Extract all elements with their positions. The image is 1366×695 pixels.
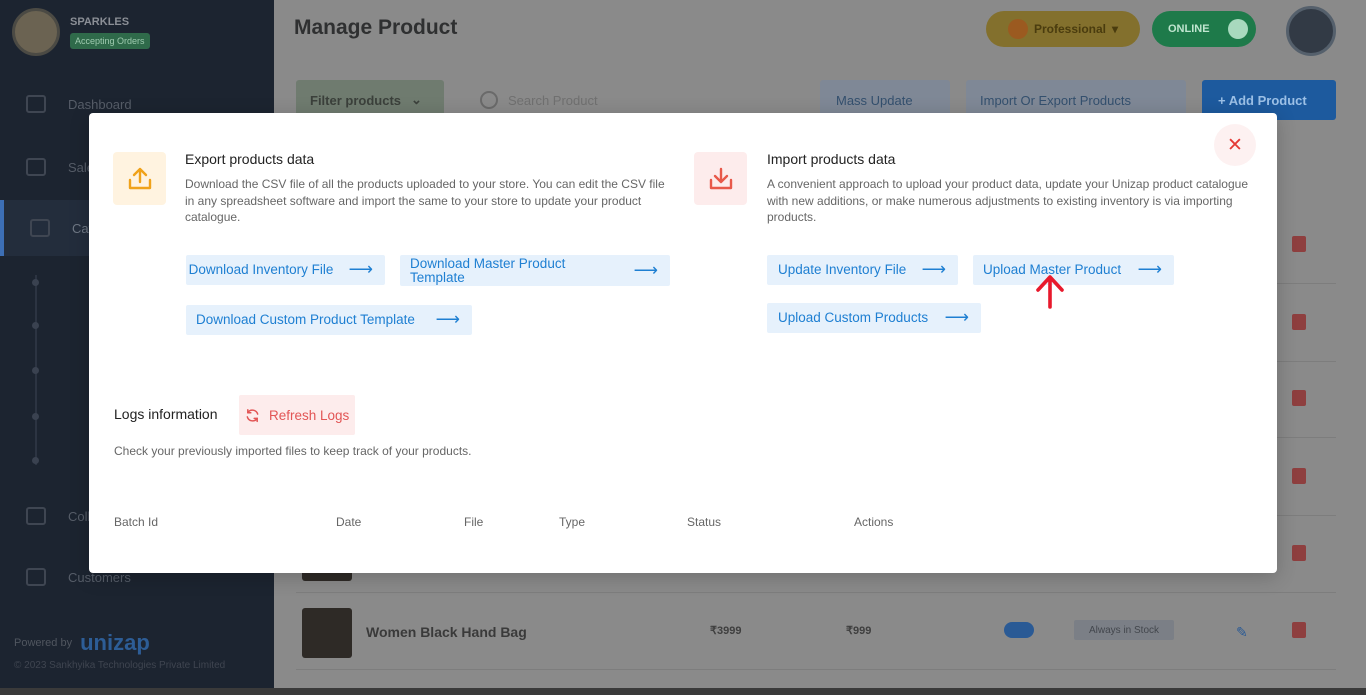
- column-header-actions: Actions: [854, 515, 894, 529]
- chevron-down-icon: ▾: [1112, 22, 1119, 36]
- export-title: Export products data: [185, 151, 315, 167]
- refresh-logs-label: Refresh Logs: [269, 407, 350, 423]
- plan-name: Professional: [1033, 22, 1106, 36]
- topbar: Manage Product Professional ▾ ONLINE: [274, 0, 1366, 60]
- page-title: Manage Product: [294, 16, 458, 39]
- column-header-file: File: [464, 515, 484, 529]
- product-visibility-toggle[interactable]: [1004, 622, 1034, 638]
- upload-tray-icon: [113, 152, 166, 205]
- tag-icon: [30, 219, 50, 237]
- button-label: Download Master Product Template: [410, 256, 566, 285]
- mass-update-label: Mass Update: [836, 92, 913, 108]
- upload-custom-products-button[interactable]: Upload Custom Products ⟶: [767, 303, 981, 333]
- trash-icon[interactable]: [1292, 545, 1306, 561]
- online-toggle[interactable]: ONLINE: [1152, 11, 1256, 47]
- trash-icon[interactable]: [1292, 622, 1306, 638]
- arrow-right-icon: ⟶: [348, 259, 373, 279]
- close-button[interactable]: ✕: [1214, 124, 1256, 166]
- trash-icon[interactable]: [1292, 468, 1306, 484]
- close-icon: ✕: [1227, 134, 1243, 156]
- sidebar-item-label: Dashboard: [68, 96, 132, 112]
- column-header-date: Date: [336, 515, 362, 529]
- update-inventory-file-button[interactable]: Update Inventory File ⟶: [767, 255, 958, 285]
- crown-icon: [1007, 19, 1028, 39]
- button-label: Download Custom Product Template: [196, 312, 415, 328]
- export-description: Download the CSV file of all the product…: [185, 177, 665, 224]
- import-description: A convenient approach to upload your pro…: [767, 177, 1249, 224]
- annotation-arrow-icon: [1036, 275, 1064, 309]
- add-product-label: + Add Product: [1218, 92, 1307, 108]
- import-export-modal: ✕ Export products data Download the CSV …: [89, 113, 1277, 573]
- grid-icon: [26, 95, 46, 113]
- user-icon: [26, 568, 46, 586]
- submenu-dot: [32, 279, 39, 286]
- unizap-logo: unizap: [80, 630, 150, 655]
- column-header-batch-id: Batch Id: [114, 515, 159, 529]
- button-label: Update Inventory File: [778, 262, 907, 278]
- submenu-dot: [32, 367, 39, 374]
- import-title: Import products data: [767, 151, 896, 167]
- search-icon: [480, 91, 498, 109]
- download-inventory-file-button[interactable]: Download Inventory File ⟶: [186, 255, 385, 285]
- store-name: SPARKLES: [70, 15, 130, 28]
- product-sale-price: ₹999: [846, 625, 872, 637]
- submenu-dot: [32, 457, 39, 464]
- product-thumbnail: [302, 608, 352, 658]
- collection-icon: [26, 507, 46, 525]
- product-name: Women Black Hand Bag: [366, 624, 527, 640]
- column-header-status: Status: [687, 515, 722, 529]
- arrow-right-icon: ⟶: [921, 259, 946, 279]
- table-row[interactable]: Women Black Hand Bag ₹3999 ₹999 Always i…: [296, 598, 1336, 670]
- trash-icon[interactable]: [1292, 236, 1306, 252]
- arrow-right-icon: ⟶: [633, 260, 658, 280]
- stock-select[interactable]: Always in Stock: [1074, 620, 1174, 640]
- arrow-right-icon: ⟶: [1137, 259, 1162, 279]
- taskbar-strip: [0, 688, 1366, 695]
- trash-icon[interactable]: [1292, 314, 1306, 330]
- logs-title: Logs information: [114, 406, 218, 422]
- refresh-logs-button[interactable]: Refresh Logs: [239, 395, 355, 435]
- plan-badge[interactable]: Professional ▾: [986, 11, 1140, 47]
- button-label: Download Inventory File: [188, 262, 334, 278]
- toggle-knob: [1228, 19, 1248, 39]
- edit-icon[interactable]: ✎: [1236, 624, 1250, 640]
- copyright: © 2023 Sankhyika Technologies Private Li…: [14, 660, 226, 671]
- logs-description: Check your previously imported files to …: [114, 444, 472, 458]
- arrow-right-icon: ⟶: [435, 309, 460, 329]
- download-tray-icon: [694, 152, 747, 205]
- download-custom-template-button[interactable]: Download Custom Product Template ⟶: [186, 305, 472, 335]
- product-price: ₹3999: [710, 625, 742, 637]
- brand: SPARKLES Accepting Orders: [12, 8, 150, 56]
- button-label: Upload Custom Products: [778, 310, 929, 326]
- refresh-icon: [246, 408, 259, 422]
- chart-icon: [26, 158, 46, 176]
- store-status-badge: Accepting Orders: [70, 32, 150, 49]
- upload-master-product-button[interactable]: Upload Master Product ⟶: [973, 255, 1174, 285]
- search-placeholder: Search Product: [508, 92, 598, 108]
- download-master-template-button[interactable]: Download Master Product Template ⟶: [400, 255, 670, 286]
- trash-icon[interactable]: [1292, 390, 1306, 406]
- arrow-right-icon: ⟶: [944, 307, 969, 327]
- import-export-label: Import Or Export Products: [980, 92, 1131, 108]
- powered-by: Powered by unizap: [14, 630, 150, 656]
- avatar[interactable]: [1286, 6, 1336, 56]
- submenu-dot: [32, 413, 39, 420]
- online-label: ONLINE: [1168, 23, 1210, 35]
- column-header-type: Type: [559, 515, 586, 529]
- powered-label: Powered by: [14, 637, 73, 649]
- submenu-dot: [32, 322, 39, 329]
- store-logo: [12, 8, 60, 56]
- chevron-down-icon: ⌄: [411, 92, 422, 107]
- filter-label: Filter products: [310, 92, 402, 108]
